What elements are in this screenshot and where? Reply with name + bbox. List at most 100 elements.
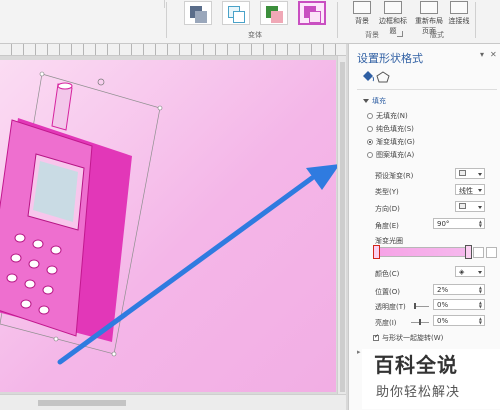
spinner-icon[interactable]: ▲ ▼: [479, 286, 482, 294]
direction-label: 方向(D): [375, 205, 400, 213]
add-stop-icon[interactable]: [473, 247, 484, 258]
brightness-input[interactable]: 0% ▲ ▼: [433, 315, 485, 326]
vertical-scrollbar[interactable]: [337, 56, 346, 394]
radio-solid-fill[interactable]: 纯色填充(S): [367, 124, 414, 134]
angle-value: 90°: [437, 220, 450, 228]
type-dropdown[interactable]: 线性: [455, 184, 485, 195]
rich-title-button[interactable]: 边框和标题: [376, 1, 410, 36]
preset-gradient-dropdown[interactable]: [455, 168, 485, 179]
radio-no-fill[interactable]: 无填充(N): [367, 111, 408, 121]
gradient-stop-2[interactable]: [465, 245, 472, 259]
color-label: 颜色(C): [375, 270, 400, 278]
position-input[interactable]: 2% ▲ ▼: [433, 284, 485, 295]
watermark-title: 百科全说: [374, 353, 458, 377]
horizontal-scroll-thumb[interactable]: [38, 400, 126, 406]
resize-handle[interactable]: [53, 336, 59, 342]
variant-swatch: [271, 11, 283, 23]
preset-gradient-label: 预设渐变(R): [375, 172, 414, 180]
rotate-handle-icon[interactable]: [97, 78, 105, 86]
vertical-scroll-thumb[interactable]: [340, 62, 345, 392]
radio-icon: [367, 152, 373, 158]
radio-gradient-fill[interactable]: 渐变填充(G): [367, 137, 415, 147]
radio-label: 图案填充(A): [376, 151, 415, 159]
checkbox-icon: [373, 333, 379, 341]
resize-handle[interactable]: [157, 105, 163, 111]
connectors-label: 连接线: [448, 17, 470, 25]
pane-options-icon[interactable]: ▾: [480, 50, 484, 59]
background-button[interactable]: 背景: [352, 1, 372, 26]
horizontal-scrollbar[interactable]: [0, 394, 346, 410]
pane-divider: [357, 89, 497, 90]
transparency-value: 0%: [437, 301, 449, 309]
radio-icon: [367, 126, 373, 132]
brightness-value: 0%: [437, 317, 449, 325]
phone-illustration[interactable]: [0, 60, 346, 394]
radio-label: 纯色填充(S): [376, 125, 414, 133]
group-label-background: 背景: [365, 31, 379, 39]
remove-stop-icon[interactable]: [486, 247, 497, 258]
transparency-slider[interactable]: [415, 306, 429, 307]
connector-icon: [450, 1, 468, 14]
color-picker[interactable]: ◈: [455, 266, 485, 277]
fill-section-header[interactable]: 填充: [363, 96, 386, 106]
preset-swatch-icon: [459, 170, 466, 176]
brightness-label: 亮度(I): [375, 319, 397, 327]
resize-handle[interactable]: [111, 351, 117, 357]
angle-label: 角度(E): [375, 222, 399, 230]
radio-pattern-fill[interactable]: 图案填充(A): [367, 150, 414, 160]
spinner-icon[interactable]: ▲ ▼: [479, 301, 482, 309]
watermark: 百科全说 助你轻松解决: [362, 349, 500, 409]
fill-line-tab-icon[interactable]: [363, 71, 374, 82]
position-value: 2%: [437, 286, 449, 294]
ribbon-separator: [337, 2, 338, 38]
border-title-icon: [384, 1, 402, 14]
chevron-down-icon: [478, 206, 482, 209]
ribbon-separator: [166, 2, 167, 38]
variant-swatch: [309, 11, 321, 23]
variant-thumb-3[interactable]: [260, 1, 288, 25]
brightness-slider-knob[interactable]: [419, 319, 421, 325]
transparency-input[interactable]: 0% ▲ ▼: [433, 299, 485, 310]
phone-antenna: [51, 82, 73, 131]
close-icon[interactable]: ✕: [490, 50, 497, 59]
pane-title: 设置形状格式: [357, 52, 423, 65]
relayout-label-1: 重新布局: [415, 17, 443, 25]
radio-icon: [367, 113, 373, 119]
gradient-bar[interactable]: [375, 247, 471, 257]
ribbon: 变体 背景 边框和标题 重新布局 页面 连接线 背景 版式: [0, 0, 500, 44]
spinner-icon[interactable]: ▲ ▼: [479, 317, 482, 325]
chevron-down-icon: [478, 173, 482, 176]
type-value: 线性: [459, 187, 473, 195]
collapsed-section-icon[interactable]: ▸: [357, 348, 361, 356]
rotate-with-shape-checkbox[interactable]: 与形状一起旋转(W): [373, 333, 443, 343]
variant-thumb-2[interactable]: [222, 1, 250, 25]
group-label-layout: 版式: [430, 31, 444, 39]
gradient-stop-1[interactable]: [373, 245, 380, 259]
direction-swatch-icon: [459, 203, 466, 209]
fill-section-label: 填充: [372, 97, 386, 105]
spinner-icon[interactable]: ▲ ▼: [479, 220, 482, 228]
pane-tabs: [361, 70, 393, 86]
collapse-icon: [363, 99, 369, 103]
variant-thumb-4[interactable]: [298, 1, 326, 25]
resize-handle[interactable]: [39, 71, 45, 77]
variant-thumb-1[interactable]: [184, 1, 212, 25]
paint-bucket-icon: ◈: [459, 268, 465, 276]
connectors-button[interactable]: 连接线: [446, 1, 472, 26]
watermark-subtitle: 助你轻松解决: [376, 385, 461, 400]
relayout-icon: [420, 1, 438, 14]
type-label: 类型(Y): [375, 188, 399, 196]
transparency-label: 透明度(T): [375, 303, 406, 311]
variant-swatch: [233, 11, 245, 23]
position-label: 位置(O): [375, 288, 400, 296]
ribbon-separator: [475, 2, 476, 38]
angle-input[interactable]: 90° ▲ ▼: [433, 218, 485, 229]
rotate-with-shape-label: 与形状一起旋转(W): [382, 334, 444, 342]
variant-swatch: [195, 11, 207, 23]
direction-dropdown[interactable]: [455, 201, 485, 212]
ribbon-separator: [164, 0, 165, 8]
effects-tab-icon[interactable]: [376, 71, 390, 83]
transparency-slider-knob[interactable]: [414, 303, 416, 309]
dialog-launcher-icon[interactable]: [397, 31, 403, 37]
group-label-variants: 变体: [248, 31, 262, 39]
